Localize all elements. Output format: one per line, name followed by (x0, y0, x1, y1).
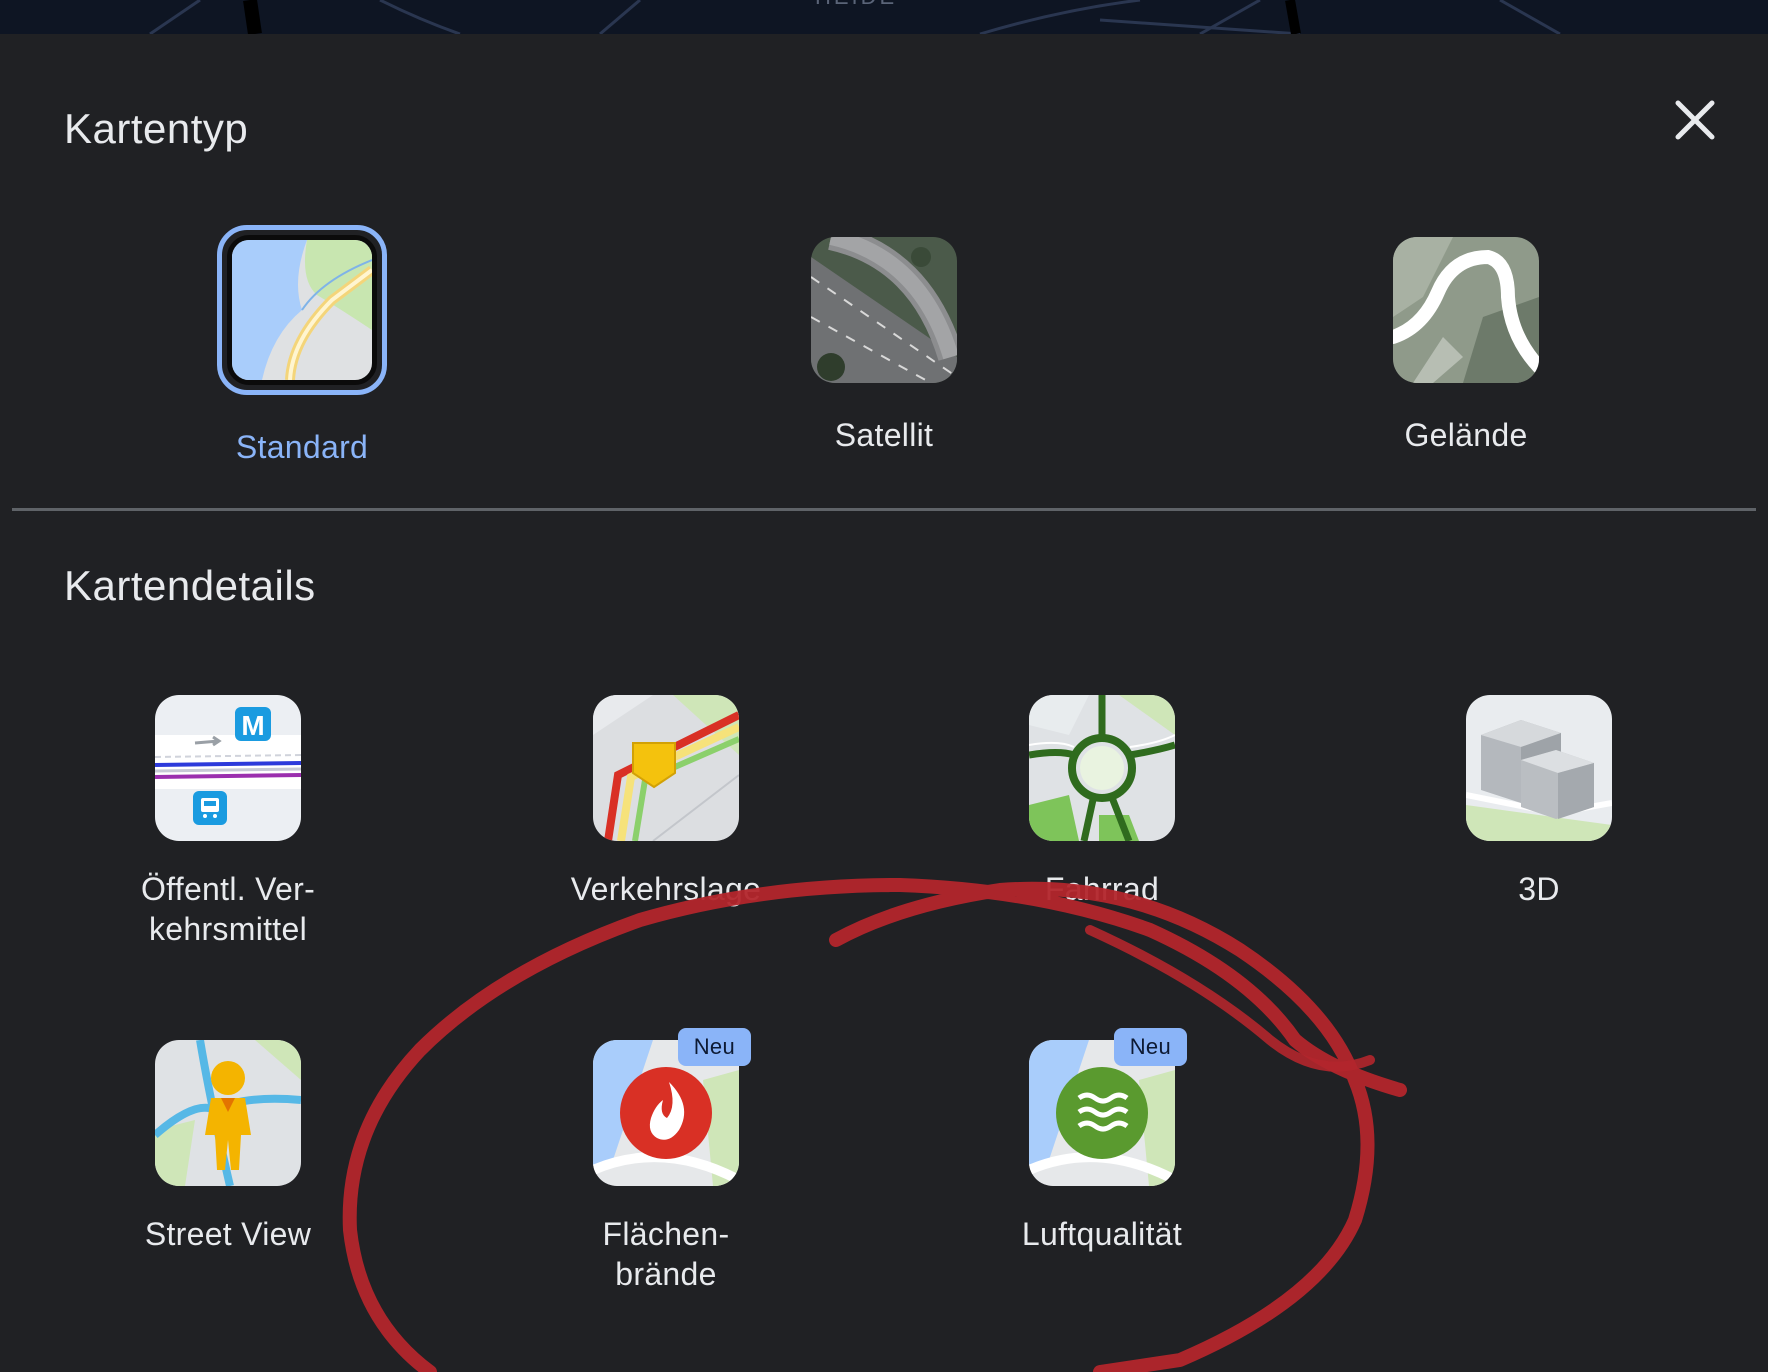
terrain-map-icon (1393, 237, 1539, 383)
bicycle-icon (1029, 695, 1175, 841)
detail-wildfires[interactable]: Neu Flächen- brände (501, 1028, 831, 1294)
close-icon (1675, 100, 1715, 140)
new-badge: Neu (677, 1028, 751, 1066)
detail-3d[interactable]: 3D (1374, 695, 1704, 909)
detail-bicycle[interactable]: Fahrrad (937, 695, 1267, 909)
detail-transit-label-line1: Öffentl. Ver- (140, 871, 316, 907)
bicycle-tile (1029, 695, 1175, 841)
map-type-satellite[interactable]: Satellit (719, 237, 1049, 455)
detail-traffic[interactable]: Verkehrslage (501, 695, 831, 909)
standard-map-icon (232, 240, 372, 380)
air-quality-tile: Neu (1029, 1028, 1187, 1186)
map-details-heading: Kartendetails (64, 562, 316, 609)
map-type-heading: Kartentyp (64, 105, 249, 152)
3d-tile (1466, 695, 1612, 841)
close-button[interactable] (1670, 95, 1720, 145)
standard-tile (217, 225, 387, 395)
section-divider (12, 508, 1756, 511)
map-strip-label: HEIDE (815, 0, 897, 10)
wildfire-tile: Neu (593, 1028, 751, 1186)
3d-buildings-icon (1466, 695, 1612, 841)
detail-transit[interactable]: M Öffentl. Ver- kehrsmittel (63, 695, 393, 949)
detail-air-quality[interactable]: Neu Luftqualität (937, 1028, 1267, 1254)
traffic-tile (593, 695, 739, 841)
map-type-terrain[interactable]: Gelände (1301, 237, 1631, 455)
map-type-terrain-label: Gelände (1404, 417, 1528, 453)
detail-air-quality-label: Luftqualität (1021, 1216, 1183, 1252)
svg-text:M: M (241, 710, 264, 741)
transit-icon: M (155, 695, 301, 841)
detail-wildfires-label-line2: brände (615, 1256, 717, 1292)
detail-transit-label: Öffentl. Ver- kehrsmittel (141, 869, 315, 949)
street-view-tile (155, 1040, 301, 1186)
map-type-satellite-label: Satellit (834, 417, 934, 453)
detail-wildfires-label-line1: Flächen- (602, 1216, 730, 1252)
map-type-standard[interactable]: Standard (137, 225, 467, 467)
detail-3d-label: 3D (1518, 871, 1560, 907)
satellite-tile (811, 237, 957, 383)
detail-street-view[interactable]: Street View (63, 1040, 393, 1254)
detail-transit-label-line2: kehrsmittel (148, 911, 307, 947)
new-badge: Neu (1113, 1028, 1187, 1066)
terrain-tile (1393, 237, 1539, 383)
detail-wildfires-label: Flächen- brände (603, 1214, 730, 1294)
map-type-standard-label: Standard (235, 429, 369, 465)
detail-bicycle-label: Fahrrad (1044, 871, 1160, 907)
transit-tile: M (155, 695, 301, 841)
map-background-strip: HEIDE (0, 0, 1768, 34)
street-view-pegman-icon (155, 1040, 301, 1186)
detail-traffic-label: Verkehrslage (570, 871, 762, 907)
detail-street-view-label: Street View (144, 1216, 312, 1252)
traffic-icon (593, 695, 739, 841)
satellite-map-icon (811, 237, 957, 383)
